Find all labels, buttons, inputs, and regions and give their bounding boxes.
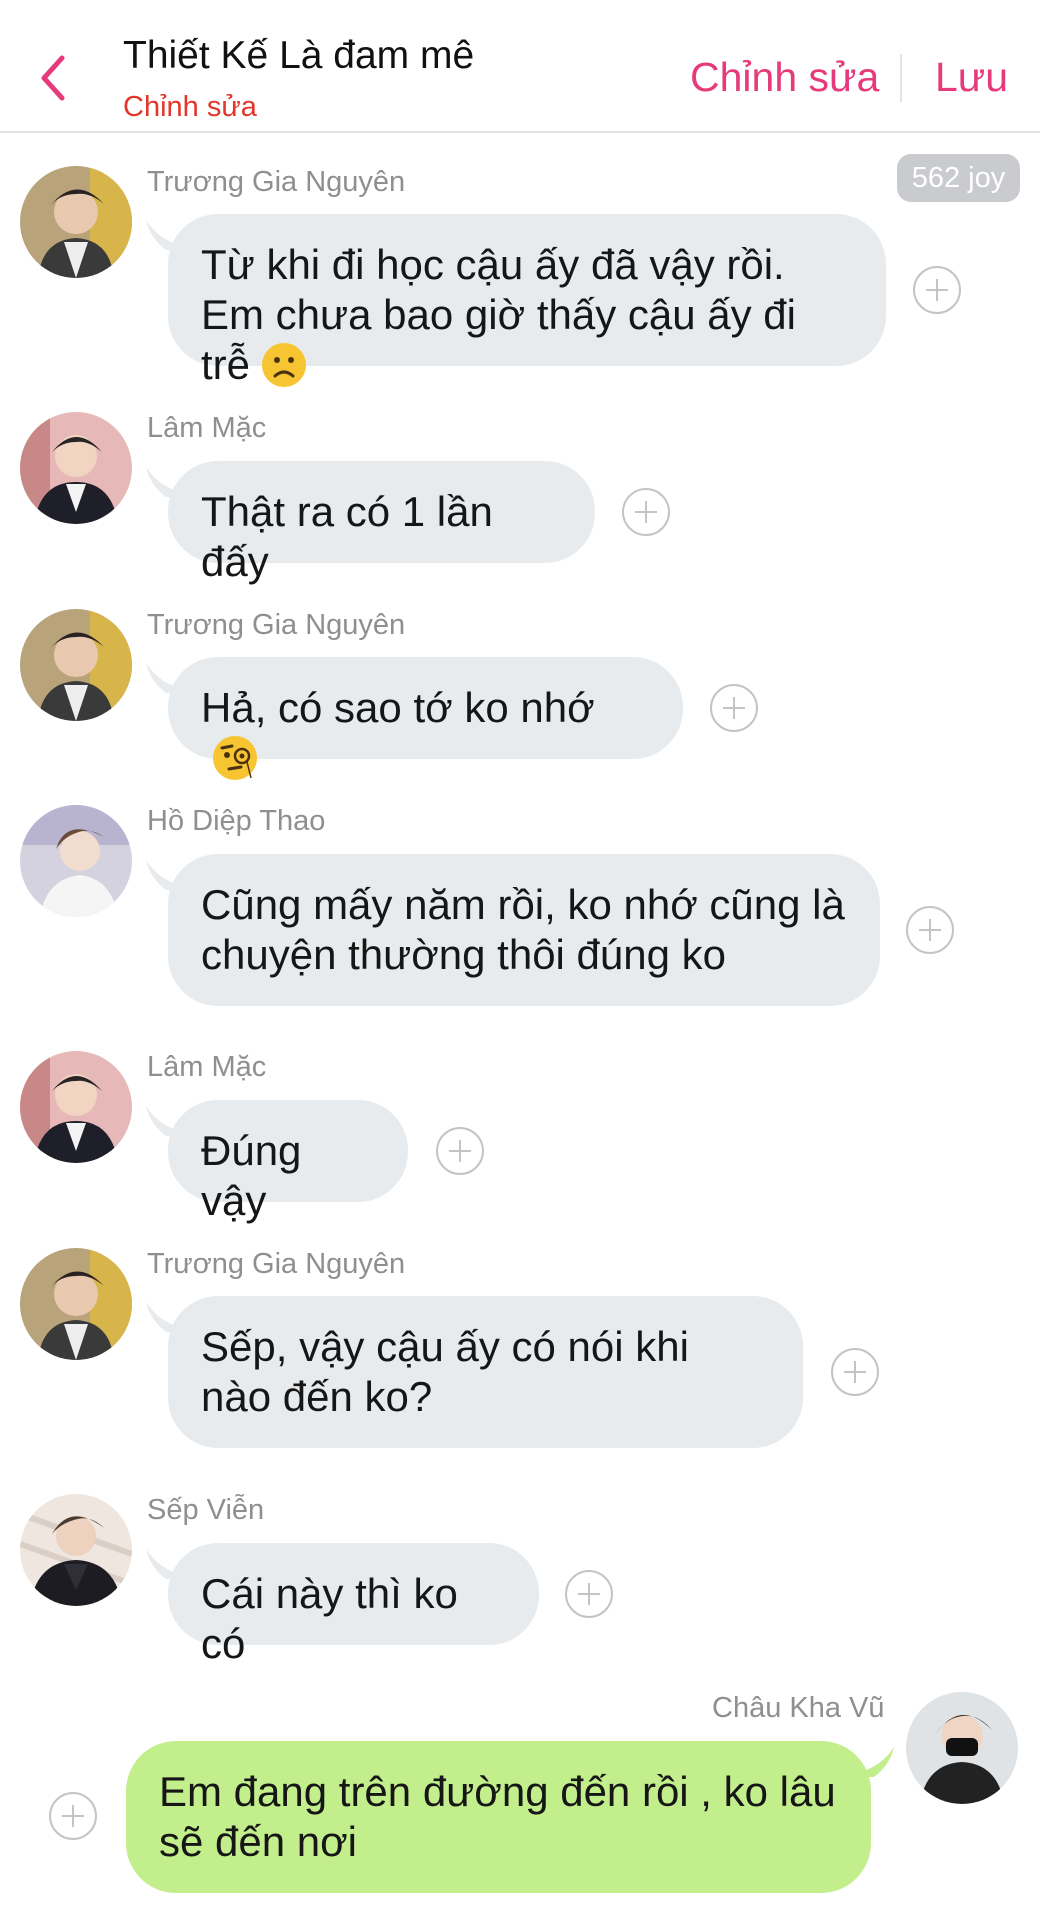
header-divider — [900, 54, 902, 102]
message-text: Cũng mấy năm rồi, ko nhớ cũng là chuyện … — [201, 881, 845, 978]
add-reaction-button[interactable] — [831, 1348, 879, 1396]
chat-title: Thiết Kế Là đam mê — [123, 34, 475, 77]
message-bubble[interactable]: Hả, có sao tớ ko nhớ — [168, 657, 683, 780]
avatar[interactable] — [20, 166, 132, 278]
avatar[interactable] — [20, 1051, 132, 1163]
avatar[interactable] — [20, 805, 132, 917]
message-text: Thật ra có 1 lần đấy — [201, 488, 493, 585]
message-bubble[interactable]: Thật ra có 1 lần đấy — [168, 461, 595, 585]
edit-button[interactable]: Chỉnh sửa — [690, 54, 879, 101]
joy-badge: 562 joy — [897, 154, 1020, 202]
message-bubble[interactable]: Sếp, vậy cậu ấy có nói khi nào đến ko? — [168, 1296, 803, 1448]
chat-subtitle-edit-link[interactable]: Chỉnh sửa — [123, 91, 257, 124]
message-text: Đúng vậy — [201, 1127, 302, 1224]
message-text: Cái này thì ko có — [201, 1570, 458, 1667]
add-reaction-button[interactable] — [622, 488, 670, 536]
avatar[interactable] — [20, 609, 132, 721]
message-bubble[interactable]: Đúng vậy — [168, 1100, 408, 1224]
add-reaction-button[interactable] — [710, 684, 758, 732]
message-text: Em đang trên đường đến rồi , ko lâu sẽ đ… — [159, 1768, 836, 1865]
add-reaction-button[interactable] — [906, 906, 954, 954]
slightly-frowning-face-icon — [262, 343, 307, 387]
message-bubble[interactable]: Từ khi đi học cậu ấy đã vậy rồi. Em chưa… — [168, 214, 886, 388]
sender-name: Trương Gia Nguyên — [147, 166, 406, 198]
add-reaction-button[interactable] — [49, 1792, 97, 1840]
message-text: Sếp, vậy cậu ấy có nói khi nào đến ko? — [201, 1323, 689, 1420]
add-reaction-button[interactable] — [436, 1127, 484, 1175]
add-reaction-button[interactable] — [913, 266, 961, 314]
add-reaction-button[interactable] — [565, 1570, 613, 1618]
face-with-monocle-icon — [213, 736, 257, 780]
chat-header: Thiết Kế Là đam mê Chỉnh sửa Chỉnh sửa L… — [0, 0, 1040, 133]
sender-name: Châu Kha Vũ — [712, 1692, 885, 1724]
avatar[interactable] — [20, 1248, 132, 1360]
sender-name: Trương Gia Nguyên — [147, 609, 406, 641]
my-message-bubble[interactable]: Em đang trên đường đến rồi , ko lâu sẽ đ… — [126, 1741, 871, 1893]
message-text: Hả, có sao tớ ko nhớ — [201, 684, 595, 731]
sender-name: Lâm Mặc — [147, 412, 267, 444]
message-bubble[interactable]: Cũng mấy năm rồi, ko nhớ cũng là chuyện … — [168, 854, 880, 1006]
sender-name: Trương Gia Nguyên — [147, 1248, 406, 1280]
my-avatar[interactable] — [906, 1692, 1018, 1804]
sender-name: Lâm Mặc — [147, 1051, 267, 1083]
back-chevron-icon[interactable] — [32, 50, 76, 106]
save-button[interactable]: Lưu — [935, 54, 1008, 101]
sender-name: Sếp Viễn — [147, 1494, 265, 1526]
sender-name: Hồ Diệp Thao — [147, 805, 326, 837]
avatar[interactable] — [20, 412, 132, 524]
avatar[interactable] — [20, 1494, 132, 1606]
message-bubble[interactable]: Cái này thì ko có — [168, 1543, 539, 1667]
